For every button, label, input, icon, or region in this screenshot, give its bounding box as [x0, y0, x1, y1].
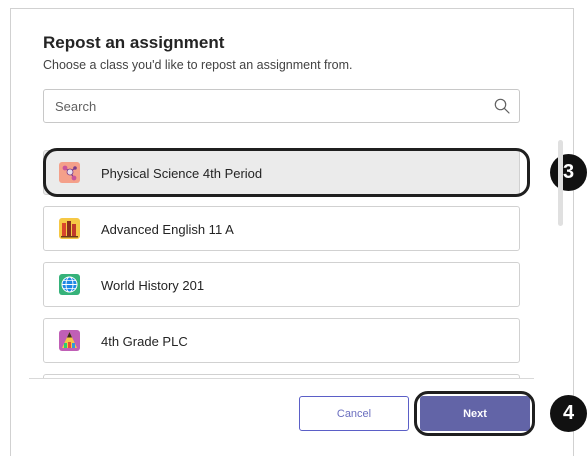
- class-item-physical-science[interactable]: Physical Science 4th Period: [43, 150, 520, 195]
- next-button[interactable]: Next: [420, 396, 530, 431]
- list-scrollbar[interactable]: [558, 140, 563, 226]
- page: Repost an assignment Choose a class you'…: [0, 0, 587, 456]
- cancel-button[interactable]: Cancel: [299, 396, 409, 431]
- class-list: Physical Science 4th Period Advanced Eng…: [43, 145, 520, 378]
- molecule-icon: [59, 162, 80, 183]
- class-item-label: Physical Science 4th Period: [101, 166, 263, 181]
- class-item-label: Advanced English 11 A: [101, 222, 234, 237]
- class-item-advanced-english[interactable]: Advanced English 11 A: [43, 206, 520, 251]
- pencils-icon: [59, 330, 80, 351]
- search-icon[interactable]: [493, 97, 511, 115]
- class-item-label: 4th Grade PLC: [101, 334, 188, 349]
- class-item-4th-grade-plc[interactable]: 4th Grade PLC: [43, 318, 520, 363]
- globe-icon: [59, 274, 80, 295]
- dialog-subtitle: Choose a class you'd like to repost an a…: [43, 58, 353, 72]
- footer-divider: [29, 378, 534, 379]
- class-item-label: World History 201: [101, 278, 205, 293]
- step-badge-4: 4: [550, 395, 587, 432]
- books-icon: [59, 218, 80, 239]
- step-badge-3: 3: [550, 154, 587, 191]
- search-box[interactable]: [43, 89, 520, 123]
- dialog-title: Repost an assignment: [43, 33, 225, 52]
- class-item-world-history[interactable]: World History 201: [43, 262, 520, 307]
- search-input[interactable]: [44, 90, 484, 122]
